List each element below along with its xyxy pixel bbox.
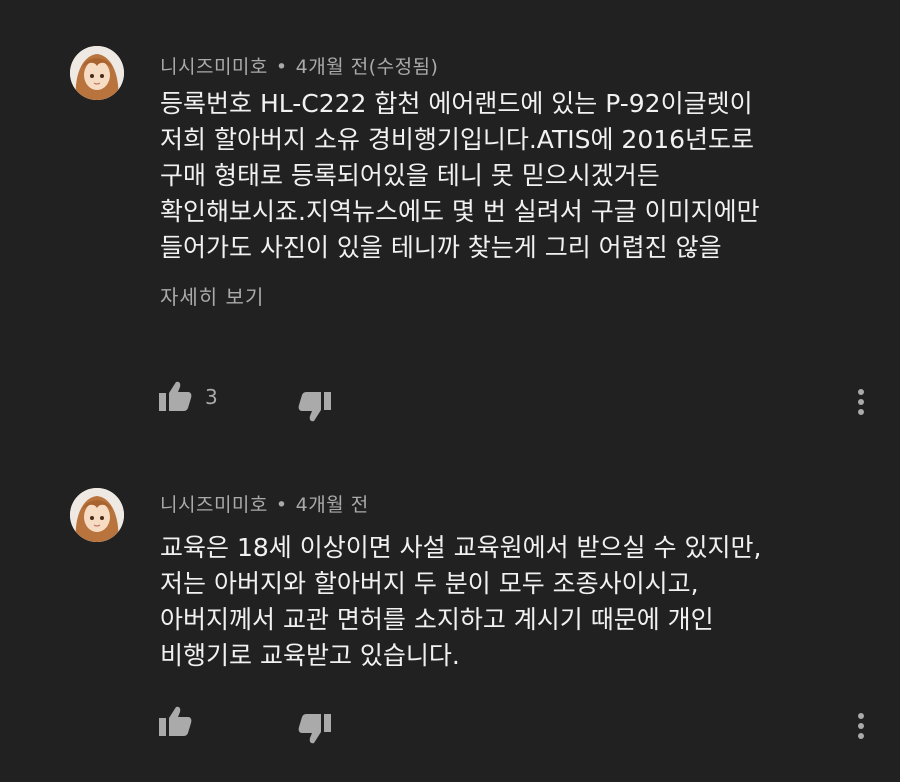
thumbs-up-icon xyxy=(159,381,192,411)
comment-text: 등록번호 HL-C222 합천 에어랜드에 있는 P-92이글렛이 저희 할아버… xyxy=(160,86,860,266)
comment-time[interactable]: 4개월 전 xyxy=(296,494,369,516)
comment-line: 저는 아버지와 할아버지 두 분이 모두 조종사이시고, xyxy=(160,569,699,598)
comment-text: 교육은 18세 이상이면 사설 교육원에서 받으실 수 있지만, 저는 아버지와… xyxy=(160,530,860,674)
read-more-link[interactable]: 자세히 보기 xyxy=(160,281,264,310)
comment-line: 저희 할아버지 소유 경비행기입니다.ATIS에 2016년도로 xyxy=(160,125,755,154)
comment-line: 들어가도 사진이 있을 테니까 찾는게 그리 어렵진 않을 xyxy=(160,233,722,262)
author-name[interactable]: 니시즈미미호 xyxy=(160,494,268,516)
author-name[interactable]: 니시즈미미호 xyxy=(160,56,268,78)
like-button[interactable] xyxy=(158,380,192,416)
thumbs-up-icon xyxy=(159,706,192,736)
dislike-button[interactable] xyxy=(298,713,332,749)
comment-meta: 니시즈미미호 • 4개월 전(수정됨) xyxy=(160,52,438,79)
comment-line: 교육은 18세 이상이면 사설 교육원에서 받으실 수 있지만, xyxy=(160,533,762,562)
comment-line: 확인해보시죠.지역뉴스에도 몇 번 실려서 구글 이미지에만 xyxy=(160,197,760,226)
dislike-button[interactable] xyxy=(298,391,332,427)
comment-line: 등록번호 HL-C222 합천 에어랜드에 있는 P-92이글렛이 xyxy=(160,89,753,118)
more-options-button[interactable] xyxy=(852,712,870,742)
more-options-button[interactable] xyxy=(852,388,870,418)
comment-line: 구매 형태로 등록되어있을 테니 못 믿으시겠거든 xyxy=(160,161,660,190)
more-vert-icon xyxy=(858,713,864,719)
meta-separator: • xyxy=(275,494,288,516)
like-count: 3 xyxy=(205,385,218,409)
comment-time[interactable]: 4개월 전(수정됨) xyxy=(296,56,439,78)
comment-line: 아버지께서 교관 면허를 소지하고 계시기 때문에 개인 xyxy=(160,605,714,634)
thumbs-down-icon xyxy=(298,714,331,744)
more-vert-icon-dot xyxy=(858,723,864,729)
meta-separator: • xyxy=(275,56,288,78)
more-vert-icon xyxy=(858,389,864,395)
avatar-image xyxy=(70,488,124,542)
comment-meta: 니시즈미미호 • 4개월 전 xyxy=(160,490,369,517)
avatar[interactable] xyxy=(70,488,124,542)
like-button[interactable] xyxy=(158,705,192,741)
more-vert-icon-dot xyxy=(858,733,864,739)
thumbs-down-icon xyxy=(298,392,331,422)
avatar-image xyxy=(70,46,124,100)
more-vert-icon-dot xyxy=(858,399,864,405)
more-vert-icon-dot xyxy=(858,409,864,415)
avatar[interactable] xyxy=(70,46,124,100)
comment-line: 비행기로 교육받고 있습니다. xyxy=(160,641,460,670)
